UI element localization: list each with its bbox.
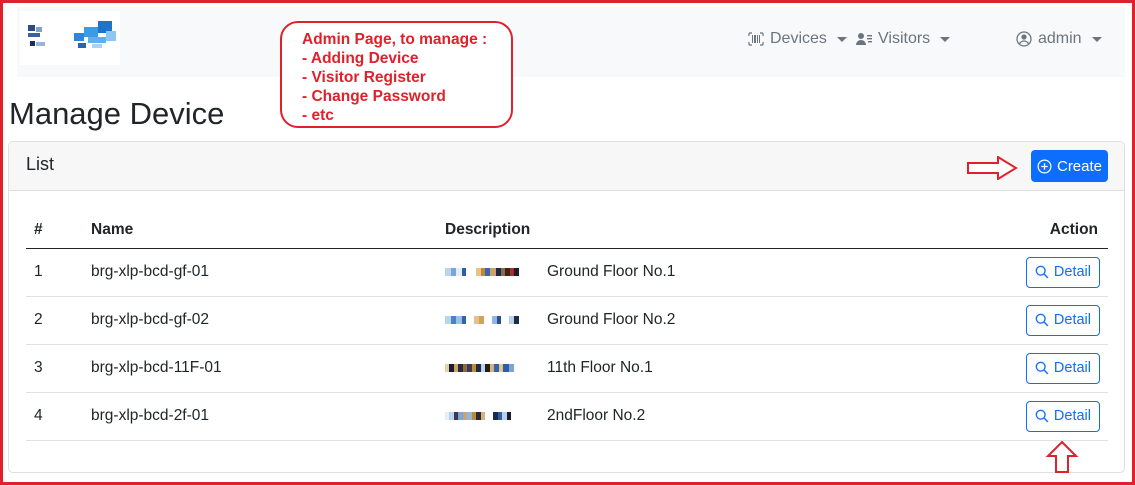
caret-down-icon xyxy=(1091,36,1102,42)
nav-visitors-label: Visitors xyxy=(878,30,931,47)
row-number: 2 xyxy=(26,296,91,345)
plus-circle-icon xyxy=(1037,159,1052,173)
callout-line: - etc xyxy=(302,107,334,124)
callout-line: - Visitor Register xyxy=(302,69,426,86)
redacted-text xyxy=(445,409,539,423)
table-row: 1 brg-xlp-bcd-gf-01 Ground Floor No.1 De… xyxy=(26,248,1108,297)
device-list-card: List Create # Name Description Action 1 … xyxy=(8,141,1125,473)
device-description: 11th Floor No.1 xyxy=(547,359,653,376)
device-name: brg-xlp-bcd-gf-02 xyxy=(91,296,445,345)
caret-down-icon xyxy=(836,36,847,42)
redacted-text xyxy=(445,313,539,327)
detail-button[interactable]: Detail xyxy=(1025,304,1100,336)
column-header-number: # xyxy=(26,212,91,249)
redacted-text xyxy=(445,265,539,279)
caret-down-icon xyxy=(940,36,951,42)
detail-button-label: Detail xyxy=(1053,408,1091,424)
table-row: 4 brg-xlp-bcd-2f-01 2ndFloor No.2 Detail xyxy=(26,392,1108,441)
search-icon xyxy=(1035,409,1049,423)
create-button-label: Create xyxy=(1056,157,1103,175)
table-row: 2 brg-xlp-bcd-gf-02 Ground Floor No.2 De… xyxy=(26,296,1108,345)
device-name: brg-xlp-bcd-11F-01 xyxy=(91,344,445,393)
detail-button-label: Detail xyxy=(1053,312,1091,328)
person-lines-icon xyxy=(856,33,872,45)
device-description: Ground Floor No.2 xyxy=(547,311,676,328)
detail-button[interactable]: Detail xyxy=(1025,400,1100,432)
detail-button[interactable]: Detail xyxy=(1025,352,1100,384)
user-circle-icon xyxy=(1016,31,1032,47)
row-number: 4 xyxy=(26,392,91,441)
detail-button-label: Detail xyxy=(1053,264,1091,280)
card-title: List xyxy=(26,154,55,174)
nav-user-label: admin xyxy=(1038,30,1082,47)
search-icon xyxy=(1035,265,1049,279)
barcode-icon xyxy=(748,32,764,46)
column-header-action: Action xyxy=(1005,212,1108,249)
search-icon xyxy=(1035,361,1049,375)
nav-user-dropdown[interactable]: admin xyxy=(1016,30,1102,48)
device-description: 2ndFloor No.2 xyxy=(547,407,646,424)
annotation-arrow-up-icon xyxy=(1045,440,1079,473)
callout-line: - Change Password xyxy=(302,88,446,105)
device-description: Ground Floor No.1 xyxy=(547,263,676,280)
detail-button[interactable]: Detail xyxy=(1025,256,1100,288)
device-name: brg-xlp-bcd-2f-01 xyxy=(91,392,445,441)
column-header-name: Name xyxy=(91,212,445,249)
nav-visitors-dropdown[interactable]: Visitors xyxy=(856,30,951,48)
redacted-text xyxy=(445,361,539,375)
nav-devices-dropdown[interactable]: Devices xyxy=(748,30,847,48)
callout-line: Admin Page, to manage : xyxy=(302,31,488,48)
annotation-callout: Admin Page, to manage : - Adding Device … xyxy=(280,21,513,128)
card-header: List Create xyxy=(9,142,1124,191)
column-header-description: Description xyxy=(445,212,1005,249)
detail-button-label: Detail xyxy=(1053,360,1091,376)
search-icon xyxy=(1035,313,1049,327)
navbar: Devices Visitors admin xyxy=(17,7,1125,77)
create-button[interactable]: Create xyxy=(1031,150,1108,182)
brand-logo[interactable] xyxy=(20,11,120,65)
annotation-arrow-right-icon xyxy=(967,156,1018,180)
table-row: 3 brg-xlp-bcd-11F-01 11th Floor No.1 Det… xyxy=(26,344,1108,393)
device-table: # Name Description Action 1 brg-xlp-bcd-… xyxy=(26,212,1108,441)
nav-devices-label: Devices xyxy=(770,30,827,47)
row-number: 1 xyxy=(26,248,91,297)
row-number: 3 xyxy=(26,344,91,393)
device-name: brg-xlp-bcd-gf-01 xyxy=(91,248,445,297)
page-title: Manage Device xyxy=(9,96,225,131)
table-header-row: # Name Description Action xyxy=(26,212,1108,249)
callout-line: - Adding Device xyxy=(302,50,419,67)
